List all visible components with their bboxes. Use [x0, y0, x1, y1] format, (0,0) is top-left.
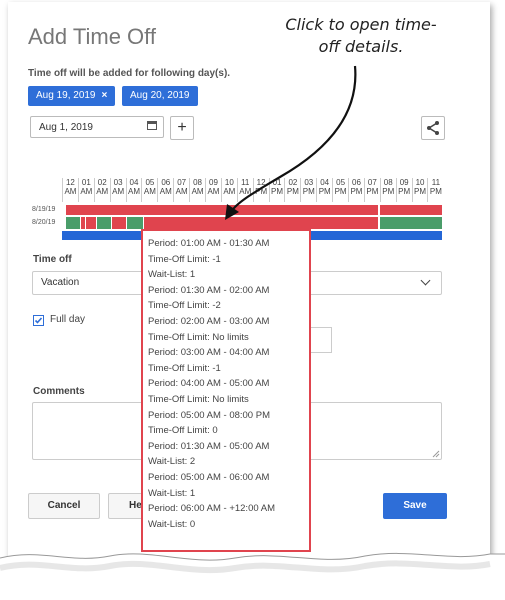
timeline-segment[interactable]: [97, 217, 111, 229]
timeline-segment[interactable]: [66, 217, 80, 229]
hour-label: 06 AM: [157, 178, 173, 202]
hour-label: 12 AM: [62, 178, 78, 202]
add-date-button[interactable]: +: [170, 116, 194, 140]
hour-label: 07 PM: [363, 178, 380, 202]
popup-line: Period: 05:00 AM - 08:00 PM: [148, 409, 270, 421]
dialog-subtitle: Time off will be added for following day…: [28, 68, 231, 79]
popup-line: Period: 05:00 AM - 06:00 AM: [148, 471, 270, 483]
popup-line: Period: 02:00 AM - 03:00 AM: [148, 315, 270, 327]
timeline-segment[interactable]: [380, 217, 442, 229]
hour-label: 08 AM: [189, 178, 205, 202]
hour-label: 02 AM: [93, 178, 110, 202]
popup-line: Wait-List: 0: [148, 518, 196, 530]
help-button[interactable]: He: [108, 493, 144, 519]
popup-line: Period: 01:30 AM - 02:00 AM: [148, 284, 270, 296]
chip-label: Aug 19, 2019: [36, 90, 96, 101]
hour-label: 01 AM: [77, 178, 94, 202]
popup-line: Time-Off Limit: No limits: [148, 393, 249, 405]
time-off-label: Time off: [33, 254, 72, 265]
popup-line: Wait-List: 2: [148, 456, 196, 468]
hour-label: 03 AM: [109, 178, 126, 202]
row-label: 8/20/19: [32, 219, 56, 226]
full-day-label: Full day: [50, 314, 86, 325]
timeline-segment[interactable]: [112, 217, 126, 229]
resize-handle-icon[interactable]: [432, 450, 440, 458]
checkmark-icon: [34, 317, 43, 324]
time-off-value: Vacation: [41, 277, 80, 288]
callout-text: Click to open time-off details.: [285, 15, 437, 56]
popup-line: Time-Off Limit: No limits: [148, 331, 249, 343]
popup-line: Wait-List: 1: [148, 269, 196, 281]
popup-line: Time-Off Limit: -2: [148, 300, 221, 312]
dialog-title: Add Time Off: [28, 24, 156, 49]
timeline-segment[interactable]: [127, 217, 143, 229]
date-chip-aug-20[interactable]: Aug 20, 2019: [122, 86, 198, 106]
hour-label: 07 AM: [173, 178, 189, 202]
popup-line: Period: 01:30 AM - 05:00 AM: [148, 440, 270, 452]
row-label: 8/19/19: [32, 206, 56, 213]
popup-line: Period: 03:00 AM - 04:00 AM: [148, 347, 270, 359]
hour-label: 05 AM: [141, 178, 157, 202]
callout-arrow-icon: [225, 65, 357, 220]
save-button[interactable]: Save: [383, 493, 447, 519]
torn-edge: [0, 552, 505, 600]
time-off-details-popup: Period: 01:00 AM - 01:30 AM Time-Off Limi…: [141, 229, 311, 552]
comments-label: Comments: [33, 386, 85, 397]
popup-line: Period: 01:00 AM - 01:30 AM: [148, 238, 270, 249]
hour-label: 11 PM: [427, 178, 443, 202]
popup-line: Time-Off Limit: -1: [148, 253, 221, 265]
hour-label: 09 PM: [395, 178, 412, 202]
cancel-button[interactable]: Cancel: [28, 493, 100, 519]
popup-line: Time-Off Limit: 0: [148, 425, 218, 437]
popup-line: Period: 06:00 AM - +12:00 AM: [148, 503, 276, 515]
full-day-checkbox[interactable]: [33, 315, 44, 326]
share-button[interactable]: [421, 116, 445, 140]
popup-line: Period: 04:00 AM - 05:00 AM: [148, 378, 270, 390]
chevron-down-icon: [420, 275, 431, 286]
popup-line: Wait-List: 1: [148, 487, 196, 499]
hour-label: 10 PM: [411, 178, 428, 202]
date-input[interactable]: Aug 1, 2019: [30, 116, 164, 138]
date-chip-aug-19[interactable]: Aug 19, 2019 ×: [28, 86, 116, 106]
share-icon: [427, 121, 439, 135]
chip-label: Aug 20, 2019: [130, 90, 190, 101]
timeline-segment[interactable]: [86, 217, 96, 229]
date-input-value: Aug 1, 2019: [39, 122, 93, 133]
close-icon[interactable]: ×: [102, 86, 108, 106]
hour-label: 08 PM: [379, 178, 396, 202]
popup-line: Time-Off Limit: -1: [148, 362, 221, 374]
hour-label: 04 AM: [125, 178, 142, 202]
timeline-segment[interactable]: [81, 217, 85, 229]
calendar-icon[interactable]: [147, 121, 157, 130]
